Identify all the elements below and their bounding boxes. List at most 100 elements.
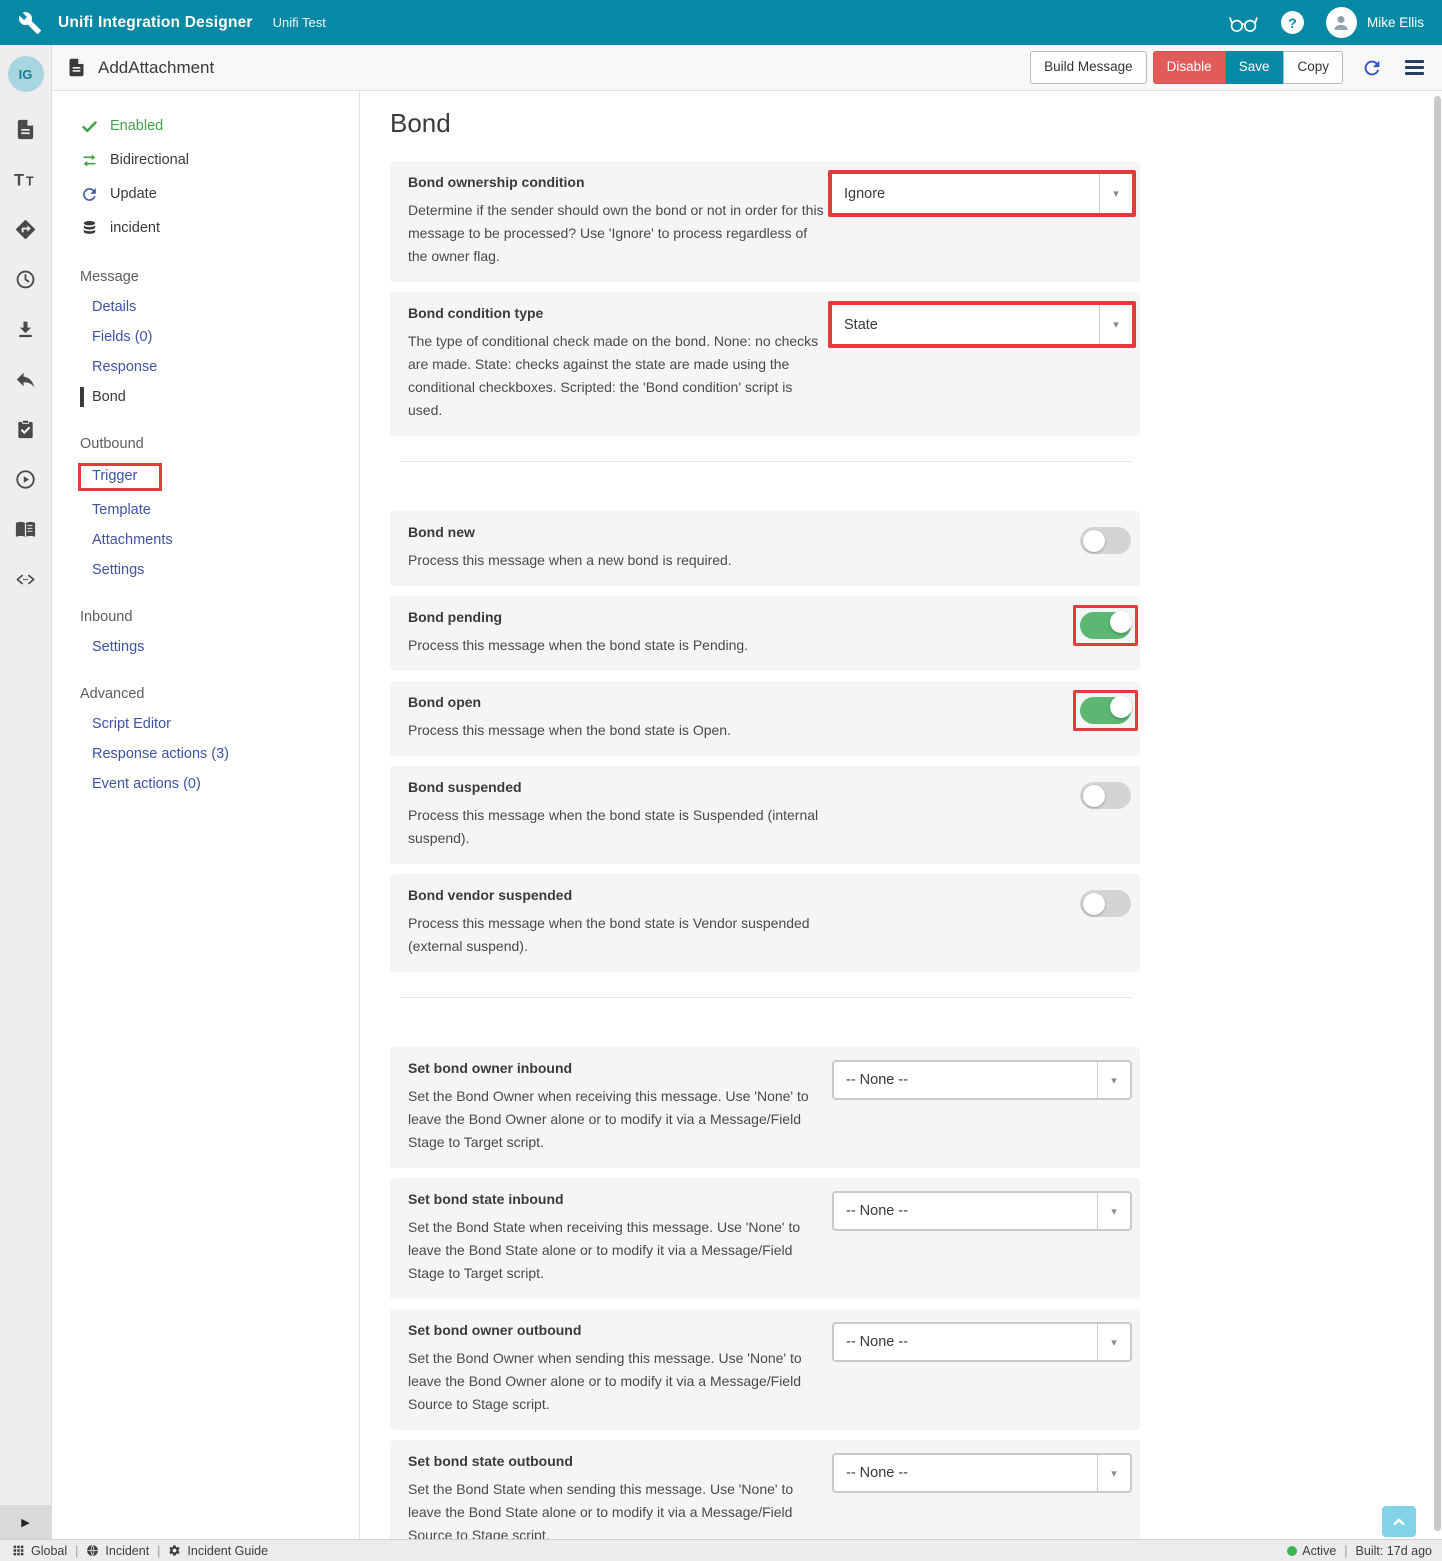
chevron-down-icon[interactable]: ▾ — [1097, 1062, 1130, 1098]
text-format-icon[interactable]: TT — [14, 168, 37, 191]
wrench-icon — [18, 11, 42, 35]
annotation-box: Trigger — [78, 463, 162, 491]
status-bar-item-global[interactable]: Global — [12, 1544, 67, 1558]
environment-label[interactable]: Unifi Test — [273, 15, 326, 30]
sidebar-section: Inbound Settings — [52, 602, 359, 662]
dropdown-set-bond-state-inbound[interactable]: -- None -- ▾ — [832, 1191, 1132, 1231]
dropdown-bond-condition-type[interactable]: State ▾ — [828, 301, 1136, 348]
status-bar-item-incident-guide[interactable]: Incident Guide — [168, 1544, 268, 1558]
book-icon[interactable] — [14, 518, 37, 541]
separator: | — [1344, 1544, 1347, 1558]
swap-icon — [80, 151, 99, 170]
sidebar-item-settings[interactable]: Settings — [52, 632, 359, 662]
sidebar-item-attachments[interactable]: Attachments — [52, 525, 359, 555]
person-icon — [1330, 12, 1352, 34]
chevron-down-icon[interactable]: ▾ — [1097, 1455, 1130, 1491]
sidebar-item-template[interactable]: Template — [52, 495, 359, 525]
chevron-down-icon[interactable]: ▾ — [1099, 305, 1132, 344]
built-label: Built: 17d ago — [1356, 1544, 1432, 1558]
history-icon[interactable] — [14, 268, 37, 291]
sidebar-item-response[interactable]: Response — [52, 352, 359, 382]
toggle-knob — [1083, 893, 1105, 915]
sidebar-section: Outbound TriggerTemplateAttachmentsSetti… — [52, 429, 359, 585]
grid-icon — [12, 1544, 25, 1557]
send-icon[interactable] — [14, 218, 37, 241]
workspace-avatar[interactable]: IG — [8, 56, 44, 92]
app-window: Unifi Integration Designer Unifi Test ? … — [0, 0, 1442, 1561]
code-icon[interactable] — [14, 568, 37, 591]
page-scrollbar[interactable] — [1434, 96, 1441, 1531]
document-icon[interactable] — [14, 118, 37, 141]
sidebar-item-bond[interactable]: Bond — [52, 382, 359, 412]
app-title: Unifi Integration Designer — [58, 14, 253, 32]
reply-icon[interactable] — [14, 368, 37, 391]
status-bar-right: Active | Built: 17d ago — [1287, 1544, 1432, 1558]
user-name[interactable]: Mike Ellis — [1367, 15, 1424, 30]
sidebar-item-response-actions-3[interactable]: Response actions (3) — [52, 739, 359, 769]
chevron-down-icon[interactable]: ▾ — [1097, 1324, 1130, 1360]
setting-description: Determine if the sender should own the b… — [408, 199, 830, 268]
sidebar-status-update[interactable]: Update — [52, 177, 359, 211]
setting-card-bond-condition-type: Bond condition type The type of conditio… — [390, 292, 1140, 436]
dropdown-set-bond-owner-outbound[interactable]: -- None -- ▾ — [832, 1322, 1132, 1362]
toggle-bond-open[interactable] — [1080, 697, 1131, 724]
toggle-bond-suspended[interactable] — [1080, 782, 1131, 809]
save-button[interactable]: Save — [1226, 51, 1284, 84]
setting-card-bond-new: Bond new Process this message when a new… — [390, 511, 1140, 586]
chevron-up-icon — [1390, 1513, 1408, 1531]
menu-icon[interactable] — [1403, 58, 1426, 77]
section-heading: Bond — [390, 108, 1442, 139]
help-icon[interactable]: ? — [1281, 11, 1304, 34]
sidebar-section: Advanced Script EditorResponse actions (… — [52, 679, 359, 799]
sidebar-item-event-actions-0[interactable]: Event actions (0) — [52, 769, 359, 799]
tasks-icon[interactable] — [14, 418, 37, 441]
setting-description: The type of conditional check made on th… — [408, 330, 830, 422]
sidebar-item-fields-0[interactable]: Fields (0) — [52, 322, 359, 352]
chevron-down-icon[interactable]: ▾ — [1099, 174, 1132, 213]
sidebar-item-trigger[interactable]: Trigger — [52, 459, 359, 495]
top-header: Unifi Integration Designer Unifi Test ? … — [0, 0, 1442, 45]
toggle-knob — [1110, 611, 1132, 633]
toggle-bond-pending[interactable] — [1080, 612, 1131, 639]
sidebar-section-title: Inbound — [52, 602, 359, 632]
status-bar: Global | Incident | Incident Guide Activ… — [0, 1539, 1442, 1561]
user-avatar[interactable] — [1326, 7, 1357, 38]
glasses-icon[interactable] — [1228, 12, 1259, 34]
icon-rail: IG TT ▶ — [0, 45, 52, 1539]
build-message-button[interactable]: Build Message — [1030, 51, 1147, 84]
settings-list: Bond ownership condition Determine if th… — [390, 161, 1140, 1539]
divider — [400, 997, 1132, 998]
sidebar-item-script-editor[interactable]: Script Editor — [52, 709, 359, 739]
toggle-knob — [1083, 530, 1105, 552]
scroll-to-top-button[interactable] — [1382, 1506, 1416, 1537]
refresh-icon[interactable] — [1361, 57, 1383, 79]
svg-text:T: T — [26, 174, 34, 188]
dropdown-bond-ownership-condition[interactable]: Ignore ▾ — [828, 170, 1136, 217]
setting-label: Bond suspended — [408, 779, 1122, 795]
sidebar-item-details[interactable]: Details — [52, 292, 359, 322]
chevron-down-icon[interactable]: ▾ — [1097, 1193, 1130, 1229]
dropdown-value: -- None -- — [834, 1062, 1097, 1098]
action-button-group: Disable Save Copy — [1153, 51, 1343, 84]
toggle-bond-vendor-suspended[interactable] — [1080, 890, 1131, 917]
dropdown-set-bond-state-outbound[interactable]: -- None -- ▾ — [832, 1453, 1132, 1493]
disable-button[interactable]: Disable — [1153, 51, 1226, 84]
separator: | — [75, 1544, 78, 1558]
sidebar-status-bidirectional[interactable]: Bidirectional — [52, 143, 359, 177]
document-toolbar: AddAttachment Build Message Disable Save… — [52, 45, 1442, 91]
active-status-icon — [1287, 1546, 1297, 1556]
sidebar-section-title: Advanced — [52, 679, 359, 709]
sidebar-item-settings[interactable]: Settings — [52, 555, 359, 585]
dropdown-value: Ignore — [832, 174, 1099, 213]
download-icon[interactable] — [14, 318, 37, 341]
sidebar-status-enabled[interactable]: Enabled — [52, 109, 359, 143]
dropdown-set-bond-owner-inbound[interactable]: -- None -- ▾ — [832, 1060, 1132, 1100]
status-bar-item-incident[interactable]: Incident — [86, 1544, 149, 1558]
toggle-bond-new[interactable] — [1080, 527, 1131, 554]
play-circle-icon[interactable] — [14, 468, 37, 491]
expand-rail-button[interactable]: ▶ — [0, 1505, 51, 1539]
sidebar-status-incident[interactable]: incident — [52, 211, 359, 245]
copy-button[interactable]: Copy — [1283, 51, 1343, 84]
active-status-label: Active — [1302, 1544, 1336, 1558]
setting-description: Process this message when a new bond is … — [408, 549, 830, 572]
